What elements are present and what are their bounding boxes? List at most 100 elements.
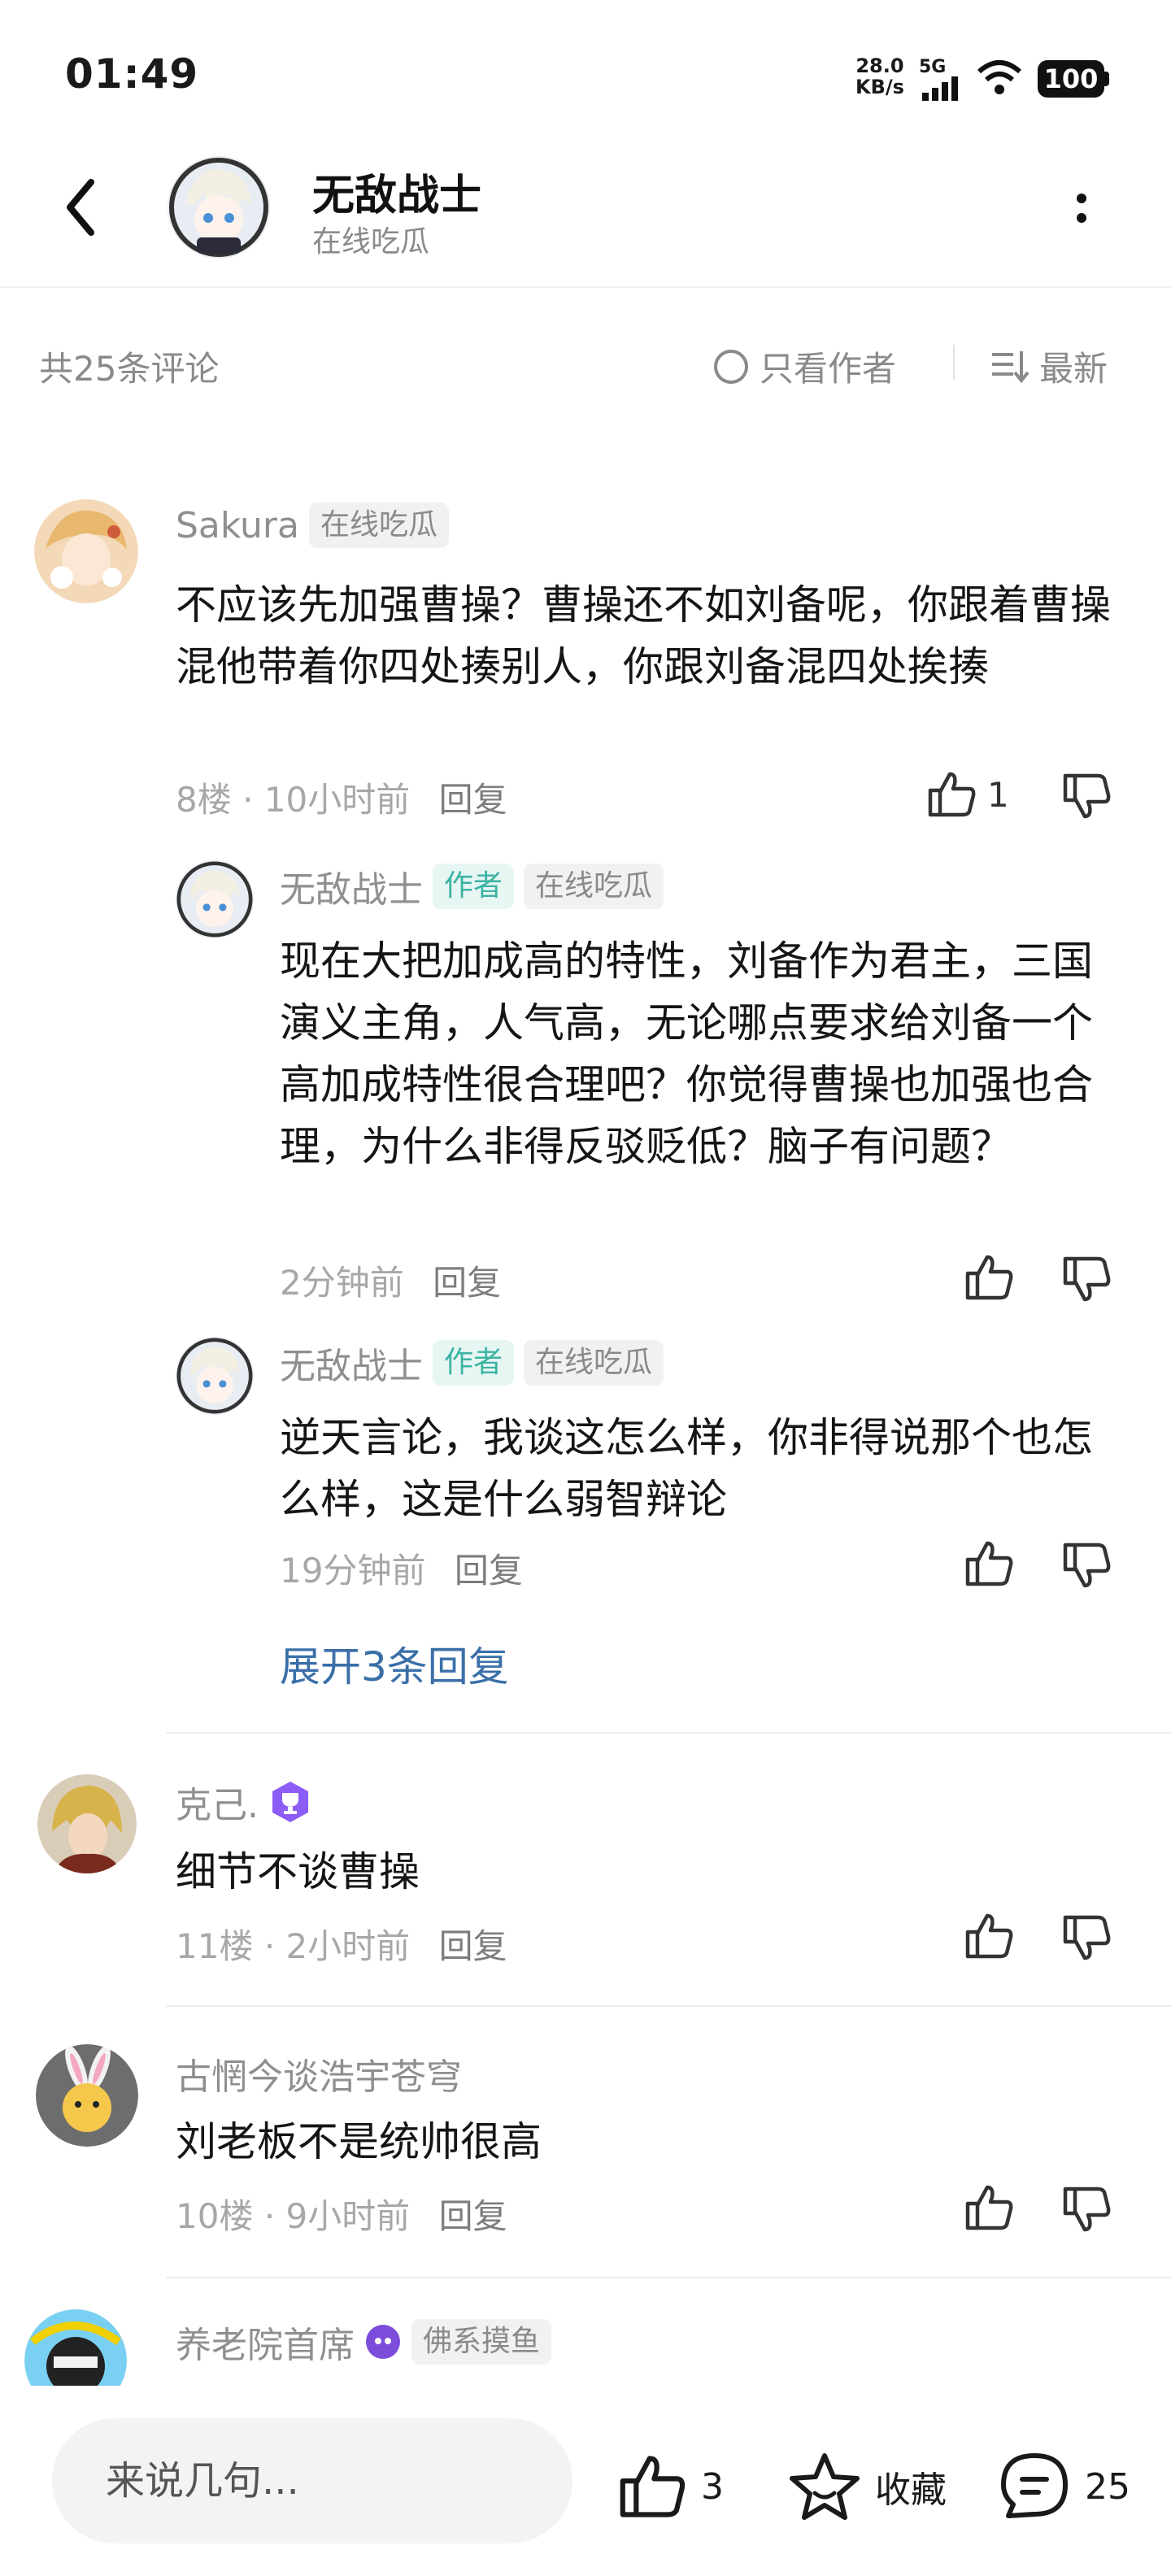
thumbs-up-icon xyxy=(928,772,976,817)
reply-button[interactable]: 回复 xyxy=(455,1551,523,1590)
more-options-button[interactable] xyxy=(1057,181,1106,237)
sort-label: 最新 xyxy=(1039,349,1108,389)
author-only-toggle[interactable]: 只看作者 xyxy=(714,342,896,391)
reply-button[interactable]: 回复 xyxy=(439,1926,507,1966)
username[interactable]: 无敌战士 xyxy=(280,860,423,912)
avatar[interactable] xyxy=(176,1337,254,1415)
author-badge: 作者 xyxy=(433,864,515,909)
thumbs-down-icon xyxy=(1063,1915,1111,1960)
comment-bubble-icon xyxy=(1001,2453,1068,2518)
bottom-like-button[interactable]: 3 xyxy=(618,2454,724,2519)
meta-dot: · xyxy=(263,1926,276,1966)
header-divider xyxy=(0,286,1171,288)
like-button[interactable] xyxy=(964,1912,1015,1963)
favorite-button[interactable]: 收藏 xyxy=(787,2451,947,2522)
author-avatar[interactable] xyxy=(168,156,270,259)
reply-meta: 2分钟前 回复 xyxy=(280,1255,501,1305)
user-tag: 佛系摸鱼 xyxy=(411,2319,552,2365)
author-badge: 作者 xyxy=(433,1340,515,1386)
like-button[interactable] xyxy=(964,1254,1015,1304)
like-button[interactable] xyxy=(964,2184,1015,2234)
username[interactable]: 无敌战士 xyxy=(280,1337,423,1389)
avatar[interactable] xyxy=(37,1774,137,1873)
dislike-button[interactable] xyxy=(1062,1914,1112,1965)
reply-button[interactable]: 回复 xyxy=(439,780,507,820)
timestamp: 9小时前 xyxy=(285,2196,411,2236)
comment-header: 克己. xyxy=(176,1776,312,1828)
comment-divider xyxy=(166,2005,1171,2007)
page-subtitle: 在线吃瓜 xyxy=(312,225,430,259)
comment-header: Sakura 在线吃瓜 xyxy=(176,503,449,548)
comment-header: 古惘今谈浩宇苍穹 xyxy=(176,2047,462,2100)
comment-text: 不应该先加强曹操？曹操还不如刘备呢，你跟着曹操混他带着你四处揍别人，你跟刘备混四… xyxy=(176,581,1111,690)
timestamp: 2分钟前 xyxy=(280,1263,404,1303)
thumbs-down-icon xyxy=(1063,1543,1111,1588)
thumbs-down-icon xyxy=(1063,1256,1111,1302)
reply-text: 逆天言论，我谈这怎么样，你非得说那个也怎么样，这是什么弱智辩论 xyxy=(280,1414,1093,1523)
dislike-button[interactable] xyxy=(1062,772,1112,823)
user-tag: 在线吃瓜 xyxy=(524,864,664,909)
back-button[interactable] xyxy=(49,171,122,244)
like-count: 3 xyxy=(701,2465,724,2508)
page-title: 无敌战士 xyxy=(312,172,482,220)
comment-meta: 10楼 · 9小时前 回复 xyxy=(176,2189,507,2239)
reply-header: 无敌战士 作者 在线吃瓜 xyxy=(280,860,664,912)
trophy-badge-icon xyxy=(272,1782,308,1822)
reply-meta: 19分钟前 回复 xyxy=(280,1543,523,1593)
comment-input[interactable]: 来说几句... xyxy=(52,2418,572,2543)
user-tag: 在线吃瓜 xyxy=(524,1340,664,1386)
username[interactable]: Sakura xyxy=(176,505,299,546)
sort-icon xyxy=(992,350,1030,383)
timestamp: 2小时前 xyxy=(285,1926,411,1966)
wifi-icon xyxy=(977,60,1021,94)
comment-meta: 11楼 · 2小时前 回复 xyxy=(176,1919,507,1969)
comment-text: 刘老板不是统帅很高 xyxy=(176,2118,542,2165)
status-time: 01:49 xyxy=(65,50,199,98)
floor-number: 10楼 xyxy=(176,2196,254,2236)
like-button[interactable] xyxy=(964,1540,1015,1590)
signal-icon xyxy=(922,76,958,101)
dislike-button[interactable] xyxy=(1062,1542,1112,1592)
comments-button[interactable]: 25 xyxy=(997,2451,1130,2522)
meta-dot: · xyxy=(242,780,254,820)
reply-button[interactable]: 回复 xyxy=(439,2196,507,2236)
dislike-button[interactable] xyxy=(1062,1255,1112,1306)
floor-number: 8楼 xyxy=(176,780,232,820)
chevron-left-icon xyxy=(67,179,94,236)
dislike-button[interactable] xyxy=(1062,2186,1112,2236)
username[interactable]: 养老院首席 xyxy=(176,2316,355,2368)
avatar[interactable] xyxy=(34,499,138,603)
sort-toggle[interactable]: 最新 xyxy=(992,342,1108,391)
star-icon xyxy=(790,2453,860,2520)
thumbs-up-icon xyxy=(965,2185,1013,2230)
comment-divider xyxy=(166,1732,1171,1734)
filter-separator xyxy=(953,345,955,381)
badge-icon xyxy=(366,2325,400,2359)
radio-icon xyxy=(714,349,748,384)
like-count: 1 xyxy=(987,774,1009,815)
timestamp: 19分钟前 xyxy=(280,1551,426,1590)
avatar[interactable] xyxy=(176,860,254,938)
thumbs-down-icon xyxy=(1063,773,1111,819)
thumbs-down-icon xyxy=(1063,2187,1111,2232)
expand-replies-link[interactable]: 展开3条回复 xyxy=(280,1634,509,1693)
comment-meta: 8楼 · 10小时前 回复 xyxy=(176,772,507,822)
user-tag: 在线吃瓜 xyxy=(308,503,449,548)
floor-number: 11楼 xyxy=(176,1926,254,1966)
network-type: 5G xyxy=(919,57,947,77)
meta-dot: · xyxy=(263,2196,276,2236)
reply-text: 现在大把加成高的特性，刘备作为君主，三国演义主角，人气高，无论哪点要求给刘备一个… xyxy=(280,938,1093,1170)
comment-count: 25 xyxy=(1085,2465,1130,2508)
avatar[interactable] xyxy=(36,2044,138,2147)
battery-tip xyxy=(1104,72,1109,86)
like-button[interactable]: 1 xyxy=(927,771,1009,818)
more-vertical-icon xyxy=(1077,194,1086,223)
author-only-label: 只看作者 xyxy=(760,349,897,389)
comment-header: 养老院首席 佛系摸鱼 xyxy=(176,2316,552,2368)
network-speed-value: 28.0 xyxy=(855,54,904,77)
reply-button[interactable]: 回复 xyxy=(433,1263,501,1303)
username[interactable]: 克己. xyxy=(176,1776,259,1828)
username[interactable]: 古惘今谈浩宇苍穹 xyxy=(176,2056,462,2098)
network-speed: 28.0 KB/s xyxy=(855,55,904,98)
thumbs-up-icon xyxy=(965,1913,1013,1959)
